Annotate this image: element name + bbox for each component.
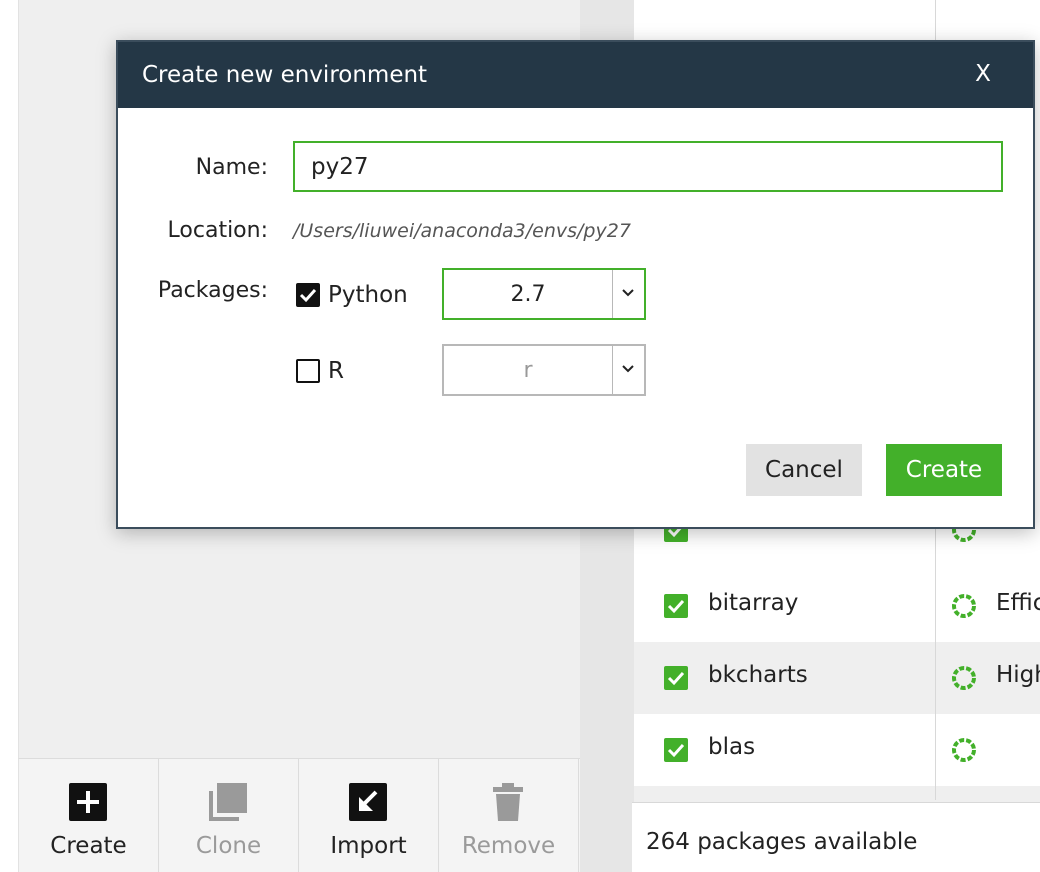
location-path: /Users/liuwei/anaconda3/envs/py27 — [293, 220, 631, 242]
chevron-down-icon — [612, 346, 644, 394]
packages-label: Packages: — [157, 278, 268, 303]
package-installed-checkbox[interactable] — [664, 738, 688, 762]
dialog-header: Create new environment X — [118, 42, 1033, 108]
cancel-button[interactable]: Cancel — [746, 444, 862, 496]
table-row[interactable]: blas — [634, 714, 1040, 786]
package-installed-checkbox[interactable] — [664, 594, 688, 618]
r-version-value: r — [523, 358, 533, 383]
clone-env-label: Clone — [195, 833, 262, 859]
r-label: R — [328, 358, 344, 384]
package-description: Effic — [996, 590, 1040, 616]
location-label: Location: — [167, 218, 268, 243]
environment-name-input[interactable] — [293, 141, 1003, 192]
python-version-value: 2.7 — [510, 282, 546, 307]
name-label: Name: — [195, 155, 268, 180]
clone-env-button[interactable]: Clone — [159, 759, 299, 872]
remove-env-button[interactable]: Remove — [439, 759, 579, 872]
python-checkbox[interactable] — [296, 283, 320, 307]
create-env-label: Create — [50, 833, 127, 859]
status-ring-icon — [950, 736, 978, 764]
table-row — [634, 786, 1040, 802]
chevron-down-icon — [612, 270, 644, 318]
status-ring-icon — [950, 592, 978, 620]
table-row[interactable]: bkcharts High — [634, 642, 1040, 714]
packages-footer: 264 packages available — [632, 802, 1040, 872]
clone-icon — [209, 783, 247, 821]
package-installed-checkbox[interactable] — [664, 666, 688, 690]
close-button[interactable]: X — [963, 56, 1003, 92]
trash-icon — [489, 783, 527, 821]
environment-toolbar: Create Clone Import Remove — [18, 758, 580, 872]
status-ring-icon — [950, 664, 978, 692]
remove-env-label: Remove — [461, 833, 556, 859]
plus-box-icon — [69, 783, 107, 821]
package-name: bkcharts — [708, 662, 808, 688]
package-count: 264 packages available — [646, 829, 918, 855]
import-arrow-icon — [349, 783, 387, 821]
r-checkbox[interactable] — [296, 359, 320, 383]
package-description: High — [996, 662, 1040, 688]
python-label: Python — [328, 282, 408, 308]
dialog-title: Create new environment — [142, 62, 428, 88]
import-env-button[interactable]: Import — [299, 759, 439, 872]
package-name: bitarray — [708, 590, 799, 616]
package-name: blas — [708, 734, 756, 760]
r-version-select[interactable]: r — [442, 344, 646, 396]
table-row[interactable]: bitarray Effic — [634, 570, 1040, 642]
import-env-label: Import — [330, 833, 407, 859]
create-environment-dialog: Create new environment X Name: Location:… — [116, 40, 1035, 529]
python-version-select[interactable]: 2.7 — [442, 268, 646, 320]
create-button[interactable]: Create — [886, 444, 1002, 496]
create-env-button[interactable]: Create — [19, 759, 159, 872]
